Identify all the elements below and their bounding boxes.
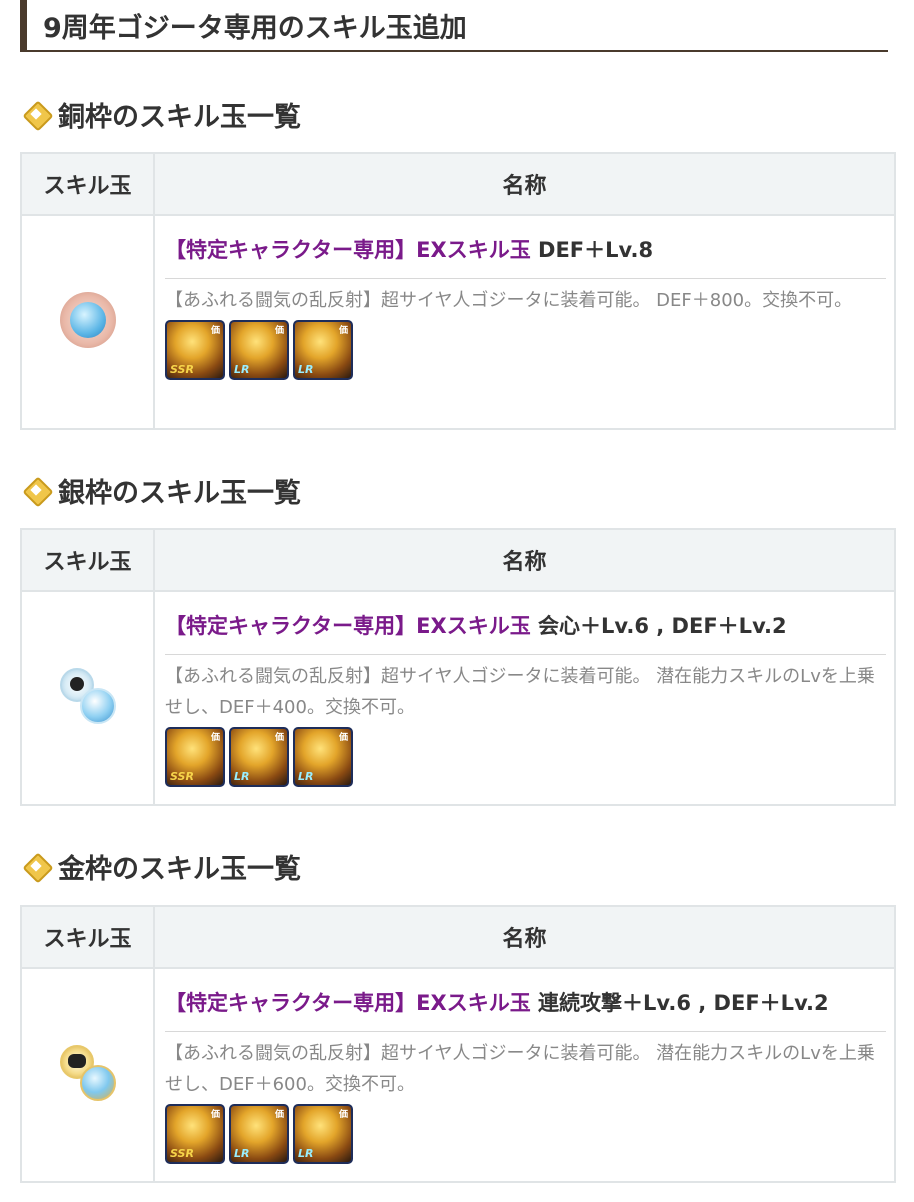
section-heading-label: 銅枠のスキル玉一覧	[58, 101, 301, 133]
skill-name-suffix: 連続攻撃＋Lv.6 , DEF＋Lv.2	[530, 991, 829, 1015]
column-header-name: 名称	[153, 152, 896, 216]
character-icons: 価 SSR 価 LR 価 LR	[165, 316, 886, 394]
skill-name[interactable]: 【特定キャラクター専用】EXスキル玉 DEF＋Lv.8	[165, 234, 886, 279]
skill-name-suffix: 会心＋Lv.6 , DEF＋Lv.2	[530, 614, 787, 638]
skill-info-cell: 【特定キャラクター専用】EXスキル玉 連続攻撃＋Lv.6 , DEF＋Lv.2 …	[153, 967, 896, 1183]
ball-cell	[20, 967, 155, 1183]
table-header-row: スキル玉 名称	[20, 905, 896, 969]
skill-table-gold: スキル玉 名称 【特定キャラクター専用】EXスキル玉 連続攻撃＋Lv.6 , D…	[20, 905, 896, 1183]
section-heading-copper: 銅枠のスキル玉一覧	[24, 94, 301, 134]
gold-combo-def-skill-ball-icon	[58, 1043, 118, 1103]
skill-info-cell: 【特定キャラクター専用】EXスキル玉 DEF＋Lv.8 【あふれる闘気の乱反射】…	[153, 214, 896, 430]
skill-name[interactable]: 【特定キャラクター専用】EXスキル玉 連続攻撃＋Lv.6 , DEF＋Lv.2	[165, 987, 886, 1032]
character-thumbnail[interactable]: 価 LR	[293, 727, 353, 787]
section-heading-label: 銀枠のスキル玉一覧	[58, 477, 301, 509]
table-row: 【特定キャラクター専用】EXスキル玉 会心＋Lv.6 , DEF＋Lv.2 【あ…	[20, 590, 896, 806]
section-heading-gold: 金枠のスキル玉一覧	[24, 846, 301, 886]
copper-def-skill-ball-icon	[58, 290, 118, 350]
skill-description: 【あふれる闘気の乱反射】超サイヤ人ゴジータに装着可能。 DEF＋800。交換不可…	[165, 290, 853, 311]
column-header-ball: スキル玉	[20, 152, 155, 216]
diamond-icon	[24, 854, 48, 878]
skill-table-copper: スキル玉 名称 【特定キャラクター専用】EXスキル玉 DEF＋Lv.8 【あふれ…	[20, 152, 896, 430]
skill-name[interactable]: 【特定キャラクター専用】EXスキル玉 会心＋Lv.6 , DEF＋Lv.2	[165, 610, 886, 655]
skill-name-suffix: DEF＋Lv.8	[530, 238, 654, 262]
section-heading-silver: 銀枠のスキル玉一覧	[24, 470, 301, 510]
section-heading-label: 金枠のスキル玉一覧	[58, 853, 301, 885]
table-row: 【特定キャラクター専用】EXスキル玉 連続攻撃＋Lv.6 , DEF＋Lv.2 …	[20, 967, 896, 1183]
character-thumbnail[interactable]: 価 LR	[229, 727, 289, 787]
character-thumbnail[interactable]: 価 LR	[229, 1104, 289, 1164]
skill-name-prefix[interactable]: 【特定キャラクター専用】EXスキル玉	[165, 238, 531, 262]
column-header-ball: スキル玉	[20, 528, 155, 592]
column-header-name: 名称	[153, 905, 896, 969]
skill-description: 【あふれる闘気の乱反射】超サイヤ人ゴジータに装着可能。 潜在能力スキルのLvを上…	[165, 1043, 875, 1095]
character-icons: 価 SSR 価 LR 価 LR	[165, 1100, 886, 1178]
diamond-icon	[24, 102, 48, 126]
ball-cell	[20, 214, 155, 430]
skill-name-prefix[interactable]: 【特定キャラクター専用】EXスキル玉	[165, 991, 531, 1015]
skill-description: 【あふれる闘気の乱反射】超サイヤ人ゴジータに装着可能。 潜在能力スキルのLvを上…	[165, 666, 875, 718]
character-thumbnail[interactable]: 価 SSR	[165, 320, 225, 380]
character-icons: 価 SSR 価 LR 価 LR	[165, 723, 886, 801]
table-header-row: スキル玉 名称	[20, 528, 896, 592]
character-thumbnail[interactable]: 価 LR	[293, 320, 353, 380]
character-thumbnail[interactable]: 価 LR	[229, 320, 289, 380]
character-thumbnail[interactable]: 価 LR	[293, 1104, 353, 1164]
column-header-ball: スキル玉	[20, 905, 155, 969]
skill-name-prefix[interactable]: 【特定キャラクター専用】EXスキル玉	[165, 614, 531, 638]
silver-crit-def-skill-ball-icon	[58, 666, 118, 726]
skill-table-silver: スキル玉 名称 【特定キャラクター専用】EXスキル玉 会心＋Lv.6 , DEF…	[20, 528, 896, 806]
character-thumbnail[interactable]: 価 SSR	[165, 1104, 225, 1164]
diamond-icon	[24, 478, 48, 502]
character-thumbnail[interactable]: 価 SSR	[165, 727, 225, 787]
column-header-name: 名称	[153, 528, 896, 592]
ball-cell	[20, 590, 155, 806]
table-header-row: スキル玉 名称	[20, 152, 896, 216]
page-title: 9周年ゴジータ専用のスキル玉追加	[20, 0, 888, 52]
skill-info-cell: 【特定キャラクター専用】EXスキル玉 会心＋Lv.6 , DEF＋Lv.2 【あ…	[153, 590, 896, 806]
table-row: 【特定キャラクター専用】EXスキル玉 DEF＋Lv.8 【あふれる闘気の乱反射】…	[20, 214, 896, 430]
